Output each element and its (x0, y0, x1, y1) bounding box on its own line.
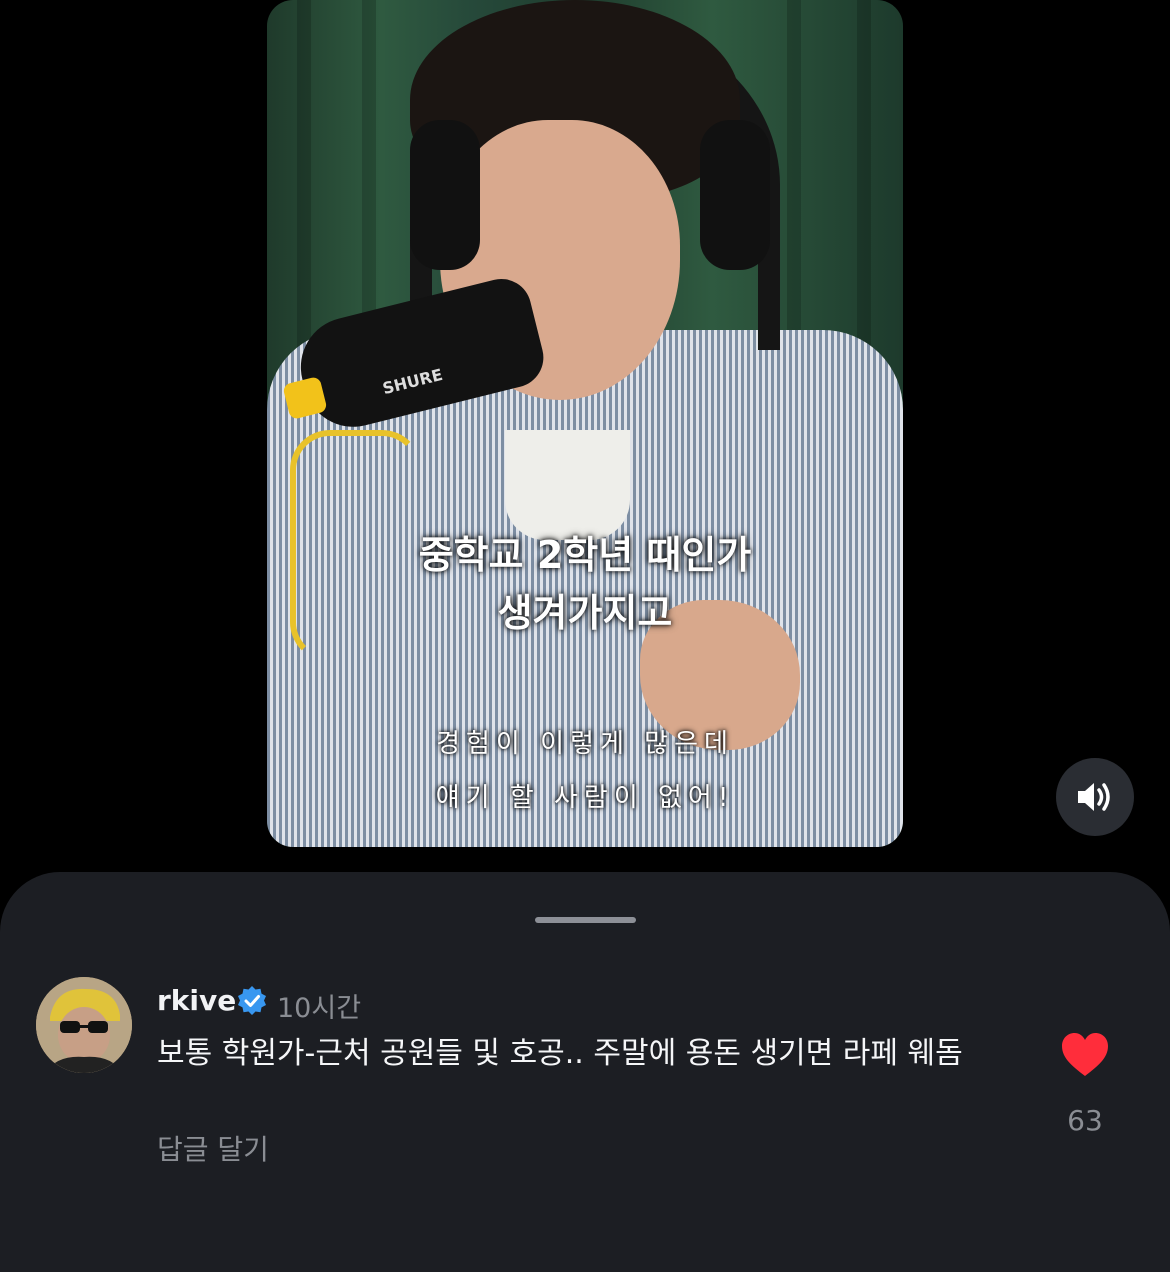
video-caption-line-2: 얘기 할 사람이 없어! (435, 783, 735, 813)
comment-username[interactable]: rkive (157, 984, 236, 1017)
video-subtitle-line-1: 중학교 2학년 때인가 (418, 533, 752, 577)
video-subtitle-line-2: 생겨가지고 (497, 591, 673, 635)
comment-timestamp: 10시간 (277, 993, 362, 1024)
avatar[interactable] (36, 977, 132, 1073)
sheet-drag-handle[interactable] (535, 917, 636, 923)
avatar-image (36, 977, 132, 1073)
video-caption-line-1: 경험이 이렇게 많은데 (436, 729, 734, 759)
comment-text: 보통 학원가-근처 공원들 및 호공.. 주말에 용돈 생기면 라페 웨돔 (157, 1036, 963, 1071)
speaker-volume-icon (1078, 783, 1110, 811)
headphone-left-cup (410, 120, 480, 270)
verified-badge-icon (238, 986, 266, 1015)
sound-toggle-button[interactable] (1056, 758, 1134, 836)
reply-button[interactable]: 답글 달기 (157, 1128, 269, 1168)
comment-sheet: rkive 10시간 보통 학원가-근처 공원들 및 호공.. 주말에 용돈 생… (0, 872, 1170, 1272)
like-heart-icon[interactable] (1060, 1032, 1110, 1078)
video-person-shirt (505, 430, 630, 540)
headphone-right-cup (700, 120, 770, 270)
like-count: 63 (1067, 1104, 1103, 1137)
